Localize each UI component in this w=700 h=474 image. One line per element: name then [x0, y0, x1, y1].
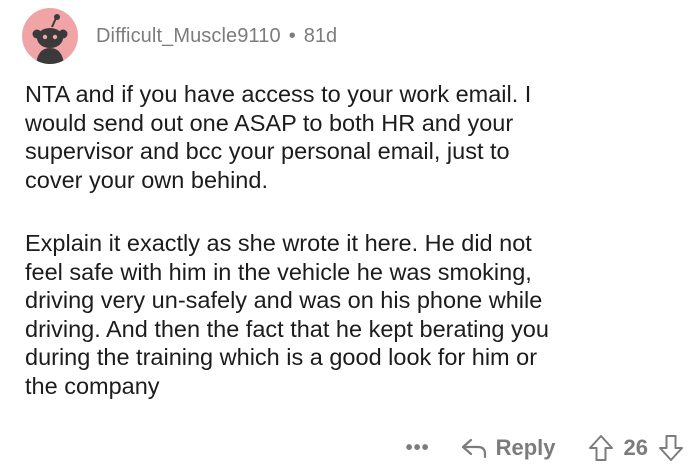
comment-body: NTA and if you have access to your work …	[25, 80, 675, 435]
comment-actions: ••• Reply 26	[406, 428, 684, 468]
author-username[interactable]: Difficult_Muscle9110	[96, 25, 281, 48]
comment-age: 81d	[303, 24, 338, 47]
reply-label: Reply	[495, 435, 556, 460]
upvote-arrow-icon	[588, 435, 613, 461]
upvote-button[interactable]	[588, 434, 614, 462]
comment-header: Difficult_Muscle9110 • 81d	[22, 6, 337, 66]
reply-arrow-icon	[461, 438, 486, 459]
meta-separator: •	[288, 24, 296, 47]
reddit-snoo-icon	[32, 14, 68, 64]
avatar[interactable]	[22, 8, 78, 64]
vote-score: 26	[623, 435, 648, 460]
downvote-button[interactable]	[658, 434, 684, 462]
reply-button[interactable]: Reply	[460, 435, 556, 461]
comment-paragraph: Explain it exactly as she wrote it here.…	[25, 230, 549, 399]
comment-paragraph: NTA and if you have access to your work …	[25, 81, 532, 193]
downvote-arrow-icon	[659, 435, 683, 461]
more-options-button[interactable]: •••	[406, 437, 430, 460]
vote-controls: 26	[588, 434, 684, 462]
comment-card: Difficult_Muscle9110 • 81d NTA and if yo…	[0, 0, 700, 474]
